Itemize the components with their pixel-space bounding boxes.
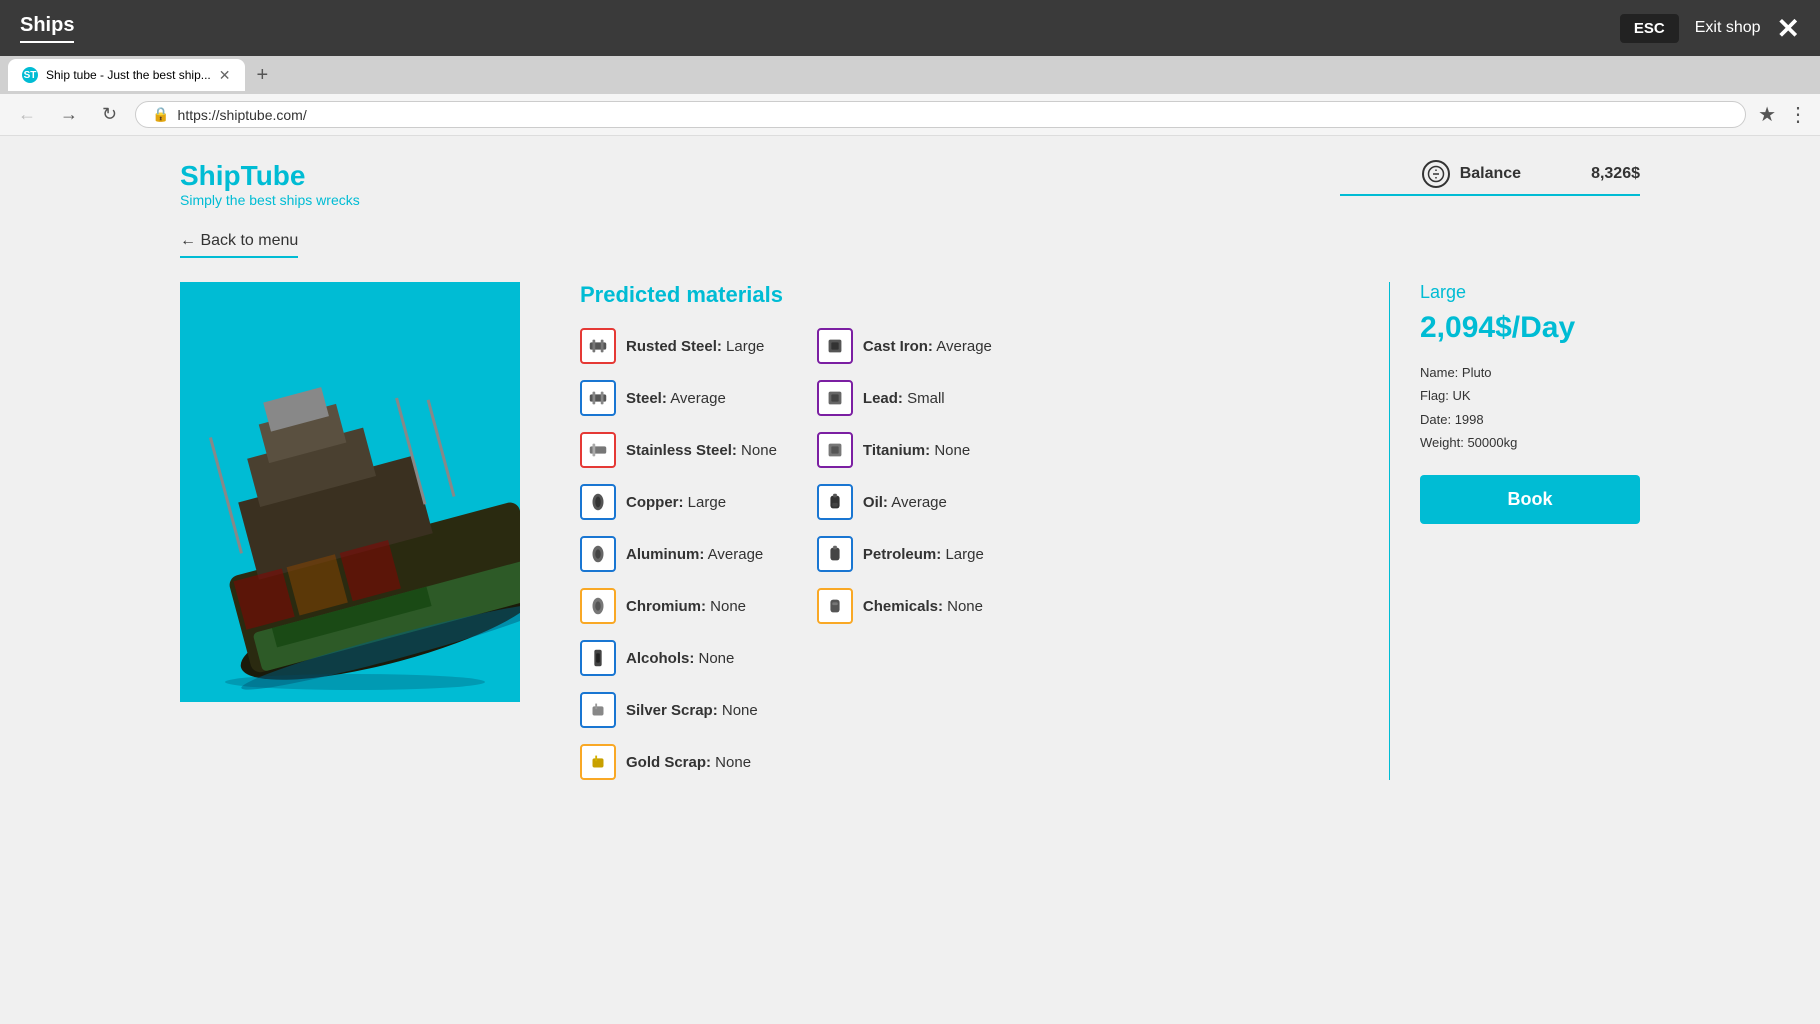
tab-bar: ST Ship tube - Just the best ship... ✕ +: [0, 56, 1820, 94]
cast-iron-label: Cast Iron: Average: [863, 338, 992, 355]
materials-title: Predicted materials: [580, 282, 1339, 308]
oil-label: Oil: Average: [863, 494, 947, 511]
petroleum-icon: [817, 536, 853, 572]
vertical-divider: [1389, 282, 1390, 780]
chemicals-icon: [817, 588, 853, 624]
browser-tab[interactable]: ST Ship tube - Just the best ship... ✕: [8, 59, 245, 91]
titanium-icon: [817, 432, 853, 468]
ship-image: [180, 282, 520, 702]
aluminum-label: Aluminum: Average: [626, 546, 763, 563]
material-item-rusted-steel: Rusted Steel: Large: [580, 328, 777, 364]
exit-shop-label[interactable]: Exit shop: [1695, 19, 1761, 37]
balance-amount: 8,326$: [1591, 165, 1640, 183]
ship-details-panel: Large 2,094$/Day Name: Pluto Flag: UK Da…: [1420, 282, 1640, 780]
gold-scrap-icon: [580, 744, 616, 780]
lead-icon: [817, 380, 853, 416]
silver-scrap-label: Silver Scrap: None: [626, 702, 758, 719]
balance-section: Balance 8,326$: [1340, 160, 1640, 196]
site-name: ShipTube: [180, 160, 360, 192]
chromium-label: Chromium: None: [626, 598, 746, 615]
material-item-gold-scrap: Gold Scrap: None: [580, 744, 777, 780]
tab-favicon: ST: [22, 67, 38, 83]
petroleum-label: Petroleum: Large: [863, 546, 984, 563]
esc-button[interactable]: ESC: [1620, 14, 1679, 43]
silver-scrap-icon: [580, 692, 616, 728]
new-tab-button[interactable]: +: [249, 64, 277, 87]
address-bar: ← → ↻ 🔒 https://shiptube.com/ ★ ⋮: [0, 94, 1820, 136]
material-item-titanium: Titanium: None: [817, 432, 992, 468]
bookmark-icon[interactable]: ★: [1758, 102, 1776, 127]
copper-icon: [580, 484, 616, 520]
stainless-steel-label: Stainless Steel: None: [626, 442, 777, 459]
ship-weight-info: Weight: 50000kg: [1420, 431, 1640, 454]
forward-nav-button[interactable]: →: [54, 102, 84, 127]
chemicals-label: Chemicals: None: [863, 598, 983, 615]
cast-iron-icon: [817, 328, 853, 364]
back-to-menu-button[interactable]: ← Back to menu: [180, 232, 298, 258]
steel-label: Steel: Average: [626, 390, 726, 407]
material-item-chemicals: Chemicals: None: [817, 588, 992, 624]
browser-menu-icon[interactable]: ⋮: [1788, 102, 1808, 127]
material-item-silver-scrap: Silver Scrap: None: [580, 692, 777, 728]
chromium-icon: [580, 588, 616, 624]
aluminum-icon: [580, 536, 616, 572]
alcohols-label: Alcohols: None: [626, 650, 734, 667]
lock-icon: 🔒: [152, 106, 169, 123]
ship-date-info: Date: 1998: [1420, 408, 1640, 431]
main-content: Predicted materials Rusted Steel: Large: [180, 282, 1640, 780]
rusted-steel-icon: [580, 328, 616, 364]
page-content: ShipTube Simply the best ships wrecks Ba…: [0, 136, 1820, 956]
url-text: https://shiptube.com/: [178, 107, 307, 123]
app-title: Ships: [20, 14, 74, 43]
ship-price: 2,094$/Day: [1420, 311, 1640, 345]
oil-icon: [817, 484, 853, 520]
back-nav-button[interactable]: ←: [12, 102, 42, 127]
material-item-stainless-steel: Stainless Steel: None: [580, 432, 777, 468]
material-item-chromium: Chromium: None: [580, 588, 777, 624]
material-item-copper: Copper: Large: [580, 484, 777, 520]
material-item-cast-iron: Cast Iron: Average: [817, 328, 992, 364]
materials-right-column: Cast Iron: Average Lead: Small Titanium:…: [817, 328, 992, 780]
tab-close-button[interactable]: ✕: [219, 67, 231, 84]
balance-label: Balance: [1460, 165, 1521, 183]
material-item-petroleum: Petroleum: Large: [817, 536, 992, 572]
balance-icon: [1422, 160, 1450, 188]
copper-label: Copper: Large: [626, 494, 726, 511]
material-item-oil: Oil: Average: [817, 484, 992, 520]
lead-label: Lead: Small: [863, 390, 945, 407]
steel-icon: [580, 380, 616, 416]
ship-flag-info: Flag: UK: [1420, 384, 1640, 407]
site-header: ShipTube Simply the best ships wrecks Ba…: [180, 160, 1640, 208]
site-tagline: Simply the best ships wrecks: [180, 192, 360, 208]
close-button[interactable]: ✕: [1777, 12, 1800, 45]
title-bar-right: ESC Exit shop ✕: [1620, 12, 1800, 45]
stainless-steel-icon: [580, 432, 616, 468]
alcohols-icon: [580, 640, 616, 676]
ship-size-label: Large: [1420, 282, 1640, 303]
tab-title: Ship tube - Just the best ship...: [46, 68, 211, 82]
title-bar-left: Ships: [20, 14, 74, 43]
ship-image-container: [180, 282, 520, 702]
title-bar: Ships ESC Exit shop ✕: [0, 0, 1820, 56]
rusted-steel-label: Rusted Steel: Large: [626, 338, 764, 355]
ship-info: Name: Pluto Flag: UK Date: 1998 Weight: …: [1420, 361, 1640, 455]
material-item-alcohols: Alcohols: None: [580, 640, 777, 676]
refresh-button[interactable]: ↻: [96, 102, 123, 127]
material-item-lead: Lead: Small: [817, 380, 992, 416]
ship-name-info: Name: Pluto: [1420, 361, 1640, 384]
titanium-label: Titanium: None: [863, 442, 970, 459]
address-input[interactable]: 🔒 https://shiptube.com/: [135, 101, 1746, 128]
material-item-steel: Steel: Average: [580, 380, 777, 416]
site-brand: ShipTube Simply the best ships wrecks: [180, 160, 360, 208]
materials-left-column: Rusted Steel: Large Steel: Average Stain…: [580, 328, 777, 780]
material-item-aluminum: Aluminum: Average: [580, 536, 777, 572]
materials-section: Predicted materials Rusted Steel: Large: [560, 282, 1359, 780]
gold-scrap-label: Gold Scrap: None: [626, 754, 751, 771]
book-button[interactable]: Book: [1420, 475, 1640, 524]
